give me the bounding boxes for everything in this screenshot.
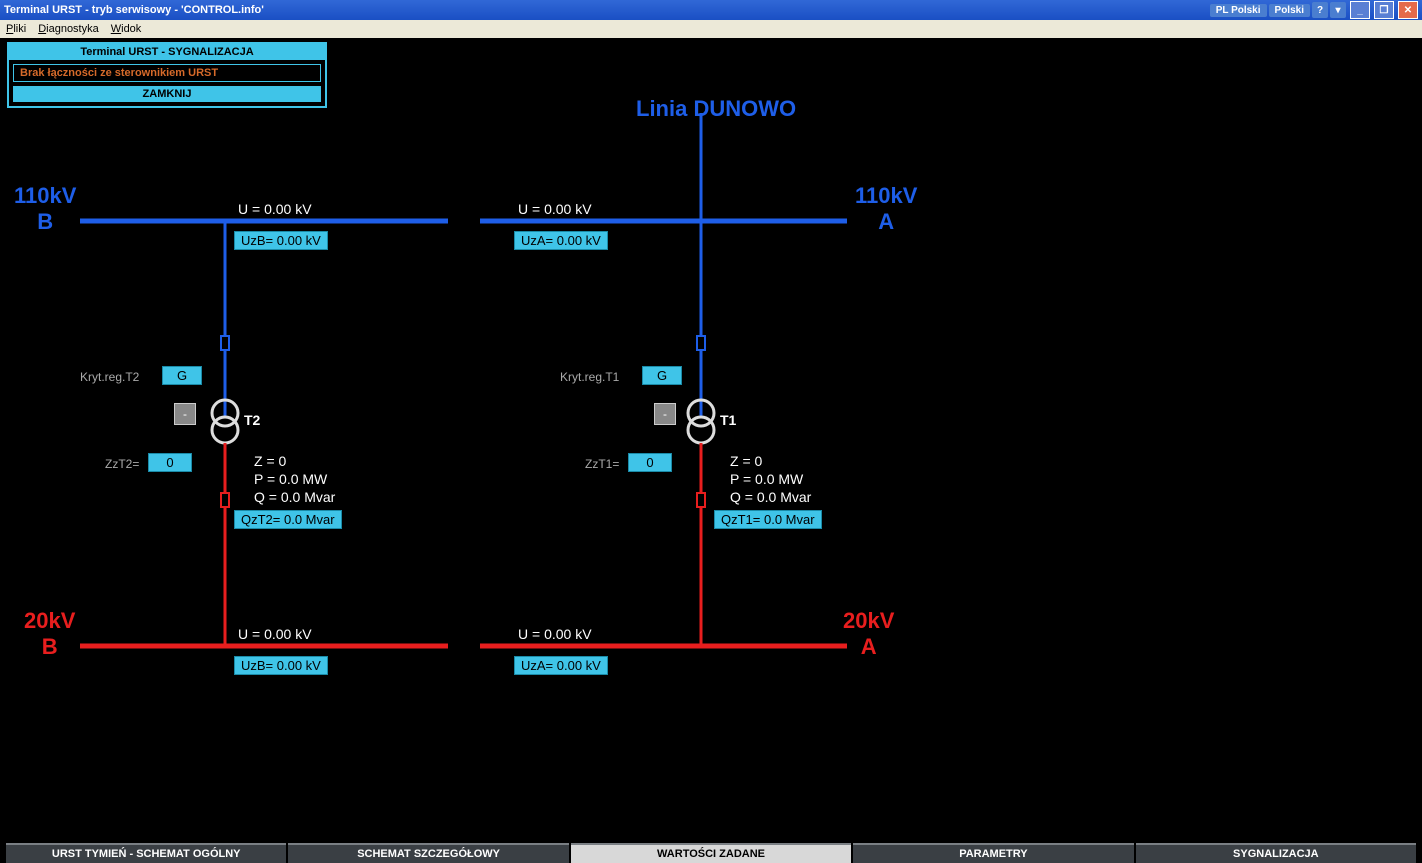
u-a-top: U = 0.00 kV bbox=[518, 201, 592, 217]
menu-bar: Pliki Diagnostyka Widok bbox=[0, 20, 1422, 38]
qzt2-value[interactable]: QzT2= 0.0 Mvar bbox=[234, 510, 342, 529]
kryt-t1-label: Kryt.reg.T1 bbox=[560, 370, 619, 384]
zzt2-label: ZzT2= bbox=[105, 457, 139, 471]
bus-20b-label: 20kVB bbox=[24, 608, 75, 660]
popup-title: Terminal URST - SYGNALIZACJA bbox=[9, 44, 325, 60]
uzb-bot-value[interactable]: UzB= 0.00 kV bbox=[234, 656, 328, 675]
menu-widok[interactable]: Widok bbox=[111, 23, 142, 35]
popup-close-button[interactable]: ZAMKNIJ bbox=[13, 86, 321, 102]
help-icon[interactable]: ? bbox=[1312, 2, 1328, 18]
minimize-button[interactable]: _ bbox=[1350, 1, 1370, 19]
menu-diagnostyka[interactable]: Diagnostyka bbox=[38, 23, 99, 35]
t2-label: T2 bbox=[244, 412, 260, 428]
menu-pliki[interactable]: Pliki bbox=[6, 23, 26, 35]
close-button[interactable]: ✕ bbox=[1398, 1, 1418, 19]
u-a-bot: U = 0.00 kV bbox=[518, 626, 592, 642]
tab-wartosci-zadane[interactable]: WARTOŚCI ZADANE bbox=[571, 843, 851, 863]
tab-schemat-szczegolowy[interactable]: SCHEMAT SZCZEGÓŁOWY bbox=[288, 843, 568, 863]
kryt-t2-value[interactable]: G bbox=[162, 366, 202, 385]
u-b-top: U = 0.00 kV bbox=[238, 201, 312, 217]
uzb-top-value[interactable]: UzB= 0.00 kV bbox=[234, 231, 328, 250]
bottom-tabs: URST TYMIEŃ - SCHEMAT OGÓLNY SCHEMAT SZC… bbox=[0, 843, 1422, 863]
t1-dash-box[interactable]: - bbox=[654, 403, 676, 425]
uza-bot-value[interactable]: UzA= 0.00 kV bbox=[514, 656, 608, 675]
kryt-t2-label: Kryt.reg.T2 bbox=[80, 370, 139, 384]
title-bar: Terminal URST - tryb serwisowy - 'CONTRO… bbox=[0, 0, 1422, 20]
line-label: Linia DUNOWO bbox=[636, 96, 796, 122]
t1-label: T1 bbox=[720, 412, 736, 428]
bus-110b-label: 110kVB bbox=[14, 183, 76, 235]
popup-message: Brak łączności ze sterownikiem URST bbox=[13, 64, 321, 82]
maximize-button[interactable]: ❐ bbox=[1374, 1, 1394, 19]
tab-sygnalizacja[interactable]: SYGNALIZACJA bbox=[1136, 843, 1416, 863]
signal-popup: Terminal URST - SYGNALIZACJA Brak łączno… bbox=[7, 42, 327, 108]
lang-badge-2[interactable]: Polski bbox=[1269, 4, 1310, 17]
u-b-bot: U = 0.00 kV bbox=[238, 626, 312, 642]
zzt2-value[interactable]: 0 bbox=[148, 453, 192, 472]
t2-dash-box[interactable]: - bbox=[174, 403, 196, 425]
uza-top-value[interactable]: UzA= 0.00 kV bbox=[514, 231, 608, 250]
scada-diagram: Linia DUNOWO 110kVB 110kVA U = 0.00 kV U… bbox=[0, 38, 1422, 843]
kryt-t1-value[interactable]: G bbox=[642, 366, 682, 385]
bus-20a-label: 20kVA bbox=[843, 608, 894, 660]
qzt1-value[interactable]: QzT1= 0.0 Mvar bbox=[714, 510, 822, 529]
window-title: Terminal URST - tryb serwisowy - 'CONTRO… bbox=[4, 4, 1210, 16]
dropdown-icon[interactable]: ▾ bbox=[1330, 2, 1346, 18]
tab-schemat-ogolny[interactable]: URST TYMIEŃ - SCHEMAT OGÓLNY bbox=[6, 843, 286, 863]
diagram-svg bbox=[0, 38, 1422, 843]
zzt1-label: ZzT1= bbox=[585, 457, 619, 471]
t2-readings: Z = 0 P = 0.0 MW Q = 0.0 Mvar bbox=[254, 452, 335, 506]
t1-readings: Z = 0 P = 0.0 MW Q = 0.0 Mvar bbox=[730, 452, 811, 506]
bus-110a-label: 110kVA bbox=[855, 183, 917, 235]
tab-parametry[interactable]: PARAMETRY bbox=[853, 843, 1133, 863]
zzt1-value[interactable]: 0 bbox=[628, 453, 672, 472]
lang-badge-1[interactable]: PL Polski bbox=[1210, 4, 1267, 17]
